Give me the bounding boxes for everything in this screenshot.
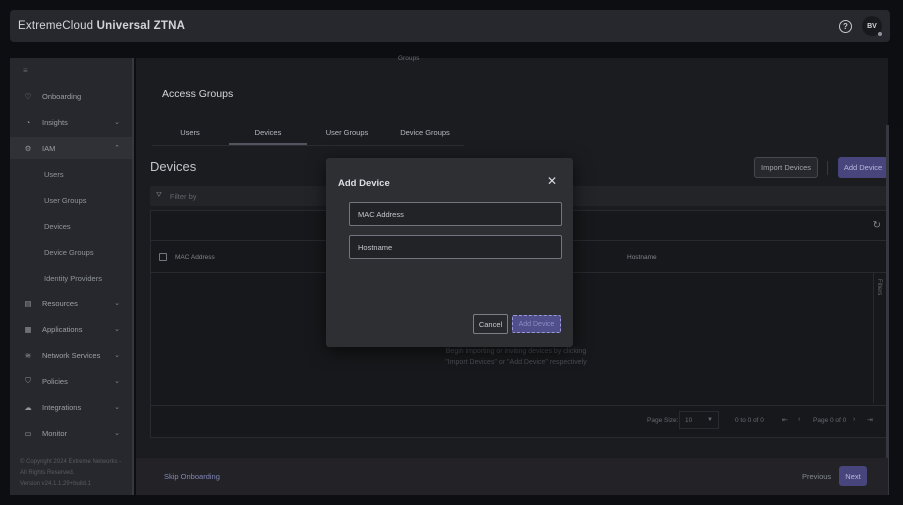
empty-line-2: "Import Devices" or "Add Device" respect… (445, 359, 587, 366)
brand-prefix: ExtremeCloud (18, 20, 94, 32)
tabs-divider (152, 145, 464, 146)
sidebar-item-label: Insights (42, 117, 68, 127)
refresh-icon[interactable]: ↻ (873, 220, 881, 231)
cancel-button[interactable]: Cancel (473, 314, 508, 334)
last-page-icon[interactable]: ⇥ (867, 416, 873, 424)
next-button[interactable]: Next (839, 466, 867, 486)
page-scrollbar[interactable] (886, 125, 889, 495)
avatar[interactable]: BV (862, 16, 882, 36)
sidebar-item-insights[interactable]: ◔ Insights ⌄ (10, 111, 132, 133)
gauge-icon: ◔ (25, 117, 31, 127)
sidebar-item-label: Applications (42, 324, 83, 334)
tab-device-groups[interactable]: Device Groups (386, 128, 464, 137)
page-size-value: 10 (685, 417, 693, 424)
filters-side-panel[interactable]: Filters (873, 273, 887, 403)
chevron-up-icon: ⌃ (114, 145, 120, 152)
sidebar-sub-user-groups[interactable]: User Groups (44, 196, 87, 205)
empty-message: Begin importing or inviting devices by c… (401, 346, 631, 368)
prev-page-icon[interactable]: ‹ (798, 416, 800, 423)
dialog-title: Add Device (338, 178, 390, 189)
sidebar-item-label: IAM (42, 143, 56, 153)
cloud-icon: ☁ (24, 402, 32, 412)
monitor-icon: ▭ (24, 428, 32, 438)
sidebar-item-resources[interactable]: ▤ Resources ⌄ (10, 292, 132, 314)
chevron-down-icon: ⌄ (114, 430, 120, 437)
gear-icon: ⚙ (24, 143, 32, 153)
brand-suffix: Universal ZTNA (96, 20, 186, 32)
sidebar-item-label: Onboarding (42, 91, 82, 101)
rights-text: All Rights Reserved. (20, 470, 75, 476)
shield-icon: ⛉ (25, 376, 31, 385)
sidebar-item-label: Policies (42, 376, 68, 386)
resources-icon: ▤ (24, 298, 32, 308)
hostname-field[interactable]: Hostname (349, 235, 562, 259)
sidebar-item-label: Network Services (42, 350, 101, 360)
filter-icon: ⛛ (156, 192, 162, 199)
wifi-icon: ≋ (24, 350, 32, 360)
app-brand: ExtremeCloud Universal ZTNA (18, 20, 185, 32)
table-pagination: Page Size: 10 ▼ 0 to 0 of 0 ⇤ ‹ Page 0 o… (151, 405, 887, 437)
version-text: Version v24.1.1.29+build.1 (20, 481, 91, 487)
page-label: Page 0 of 0 (813, 417, 847, 424)
column-mac-address[interactable]: MAC Address (175, 254, 215, 261)
sidebar-item-label: Monitor (42, 428, 68, 438)
dialog-add-device-button[interactable]: Add Device (512, 315, 561, 333)
active-tab-indicator (229, 143, 307, 145)
sidebar-sub-device-groups[interactable]: Device Groups (44, 248, 94, 257)
sidebar-item-onboarding[interactable]: ♡ Onboarding (10, 85, 132, 107)
sidebar-item-policies[interactable]: ⛉ Policies ⌄ (10, 370, 132, 392)
sidebar-item-label: Integrations (42, 402, 82, 412)
chevron-down-icon: ⌄ (114, 326, 120, 333)
skip-onboarding-link[interactable]: Skip Onboarding (164, 472, 220, 481)
grid-icon: ▦ (24, 324, 32, 334)
sidebar-item-network-services[interactable]: ≋ Network Services ⌄ (10, 344, 132, 366)
mac-address-field[interactable]: MAC Address (349, 202, 562, 226)
sidebar-item-label: Resources (42, 298, 78, 308)
hostname-placeholder: Hostname (358, 242, 393, 252)
select-all-checkbox[interactable] (159, 253, 167, 261)
page-range: 0 to 0 of 0 (735, 417, 764, 424)
add-device-dialog: Add Device ✕ MAC Address Hostname Cancel… (326, 158, 573, 347)
import-devices-button[interactable]: Import Devices (754, 157, 818, 178)
column-hostname[interactable]: Hostname (627, 254, 657, 261)
chevron-down-icon: ⌄ (114, 352, 120, 359)
page-size-label: Page Size: (647, 417, 679, 424)
chevron-down-icon: ▼ (707, 417, 713, 423)
help-icon[interactable]: ? (839, 19, 852, 33)
sidebar-item-iam[interactable]: ⚙ IAM ⌃ (10, 137, 132, 159)
chevron-down-icon: ⌄ (114, 378, 120, 385)
tab-devices[interactable]: Devices (229, 128, 307, 137)
groups-label-cut: Groups (398, 55, 420, 62)
tab-users[interactable]: Users (151, 128, 229, 137)
close-icon[interactable]: ✕ (547, 174, 557, 188)
previous-button[interactable]: Previous (802, 472, 831, 481)
divider (827, 161, 828, 175)
chevron-down-icon: ⌄ (114, 119, 120, 126)
onboarding-footer: Skip Onboarding Previous Next (136, 458, 888, 495)
mac-address-placeholder: MAC Address (358, 209, 404, 219)
copyright-text: © Copyright 2024 Extreme Networks - (20, 459, 122, 465)
tab-user-groups[interactable]: User Groups (308, 128, 386, 137)
next-page-icon[interactable]: › (853, 416, 855, 423)
sidebar-item-monitor[interactable]: ▭ Monitor ⌄ (10, 422, 132, 444)
section-title: Access Groups (162, 88, 234, 100)
filter-placeholder: Filter by (169, 191, 197, 201)
filters-label: Filters (876, 279, 882, 296)
add-device-button[interactable]: Add Device (838, 157, 888, 178)
top-bar: ExtremeCloud Universal ZTNA ? BV (10, 10, 890, 42)
sidebar-sub-users[interactable]: Users (44, 170, 64, 179)
page-title: Devices (150, 159, 197, 174)
sidebar-item-applications[interactable]: ▦ Applications ⌄ (10, 318, 132, 340)
sidebar-sub-identity-providers[interactable]: Identity Providers (44, 274, 102, 283)
sidebar-item-integrations[interactable]: ☁ Integrations ⌄ (10, 396, 132, 418)
page-size-select[interactable]: 10 ▼ (679, 411, 719, 429)
menu-toggle-icon[interactable]: ≡ (23, 66, 28, 75)
sidebar: ≡ ♡ Onboarding ◔ Insights ⌄ ⚙ IAM ⌃ User… (10, 58, 134, 495)
chevron-down-icon: ⌄ (114, 404, 120, 411)
heart-icon: ♡ (24, 91, 32, 101)
sidebar-sub-devices[interactable]: Devices (44, 222, 71, 231)
first-page-icon[interactable]: ⇤ (782, 416, 788, 424)
chevron-down-icon: ⌄ (114, 300, 120, 307)
empty-line-1: Begin importing or inviting devices by c… (445, 348, 587, 355)
